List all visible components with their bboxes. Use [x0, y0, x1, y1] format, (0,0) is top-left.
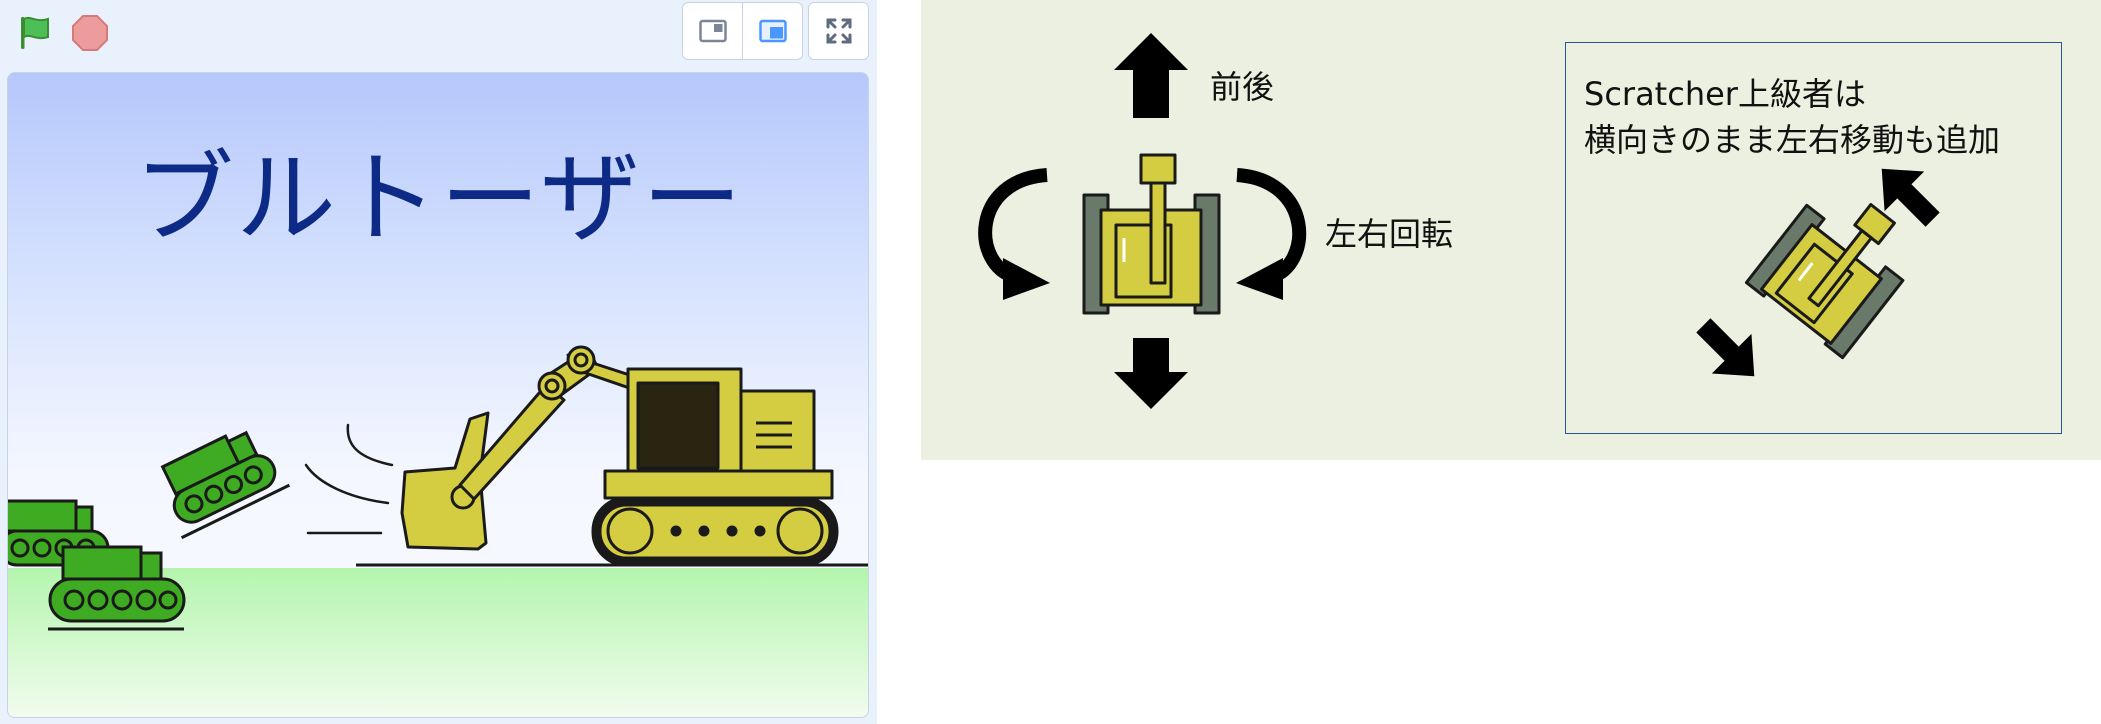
green-flag-icon[interactable] — [14, 13, 54, 53]
arrow-down-icon — [1114, 338, 1188, 409]
forward-back-label: 前後 — [1210, 68, 1275, 106]
fullscreen-icon — [826, 18, 851, 44]
excavator-sprite — [400, 345, 839, 567]
instructions-panel: 前後 左右回転 Scratcher上級者は 横向きのまま左右移動も追加 — [921, 0, 2101, 460]
stage[interactable]: ブルトーザー — [7, 72, 869, 718]
stop-sign-icon[interactable] — [70, 13, 110, 53]
flying-tank-sprite — [160, 430, 291, 540]
rotate-left-icon — [978, 168, 1050, 300]
advanced-note-box: Scratcher上級者は 横向きのまま左右移動も追加 — [1565, 42, 2062, 434]
small-stage-button[interactable] — [682, 2, 743, 60]
rotate-right-icon — [1236, 168, 1307, 300]
fullscreen-button[interactable] — [808, 2, 869, 60]
large-stage-button[interactable] — [742, 2, 803, 60]
rotate-label: 左右回転 — [1325, 215, 1454, 253]
strafe-diagram — [1696, 168, 1940, 377]
motion-lines — [304, 423, 394, 535]
arrow-up-icon — [1114, 33, 1188, 118]
arrow-diagonal-down-left-icon — [1696, 318, 1755, 377]
stage-artwork — [8, 345, 868, 631]
small-stage-icon — [698, 19, 727, 43]
tank-sprite-front — [48, 545, 186, 631]
large-stage-icon — [758, 19, 787, 43]
scratch-player: ブルトーザー — [0, 0, 877, 724]
tank-top-view — [1082, 153, 1221, 315]
